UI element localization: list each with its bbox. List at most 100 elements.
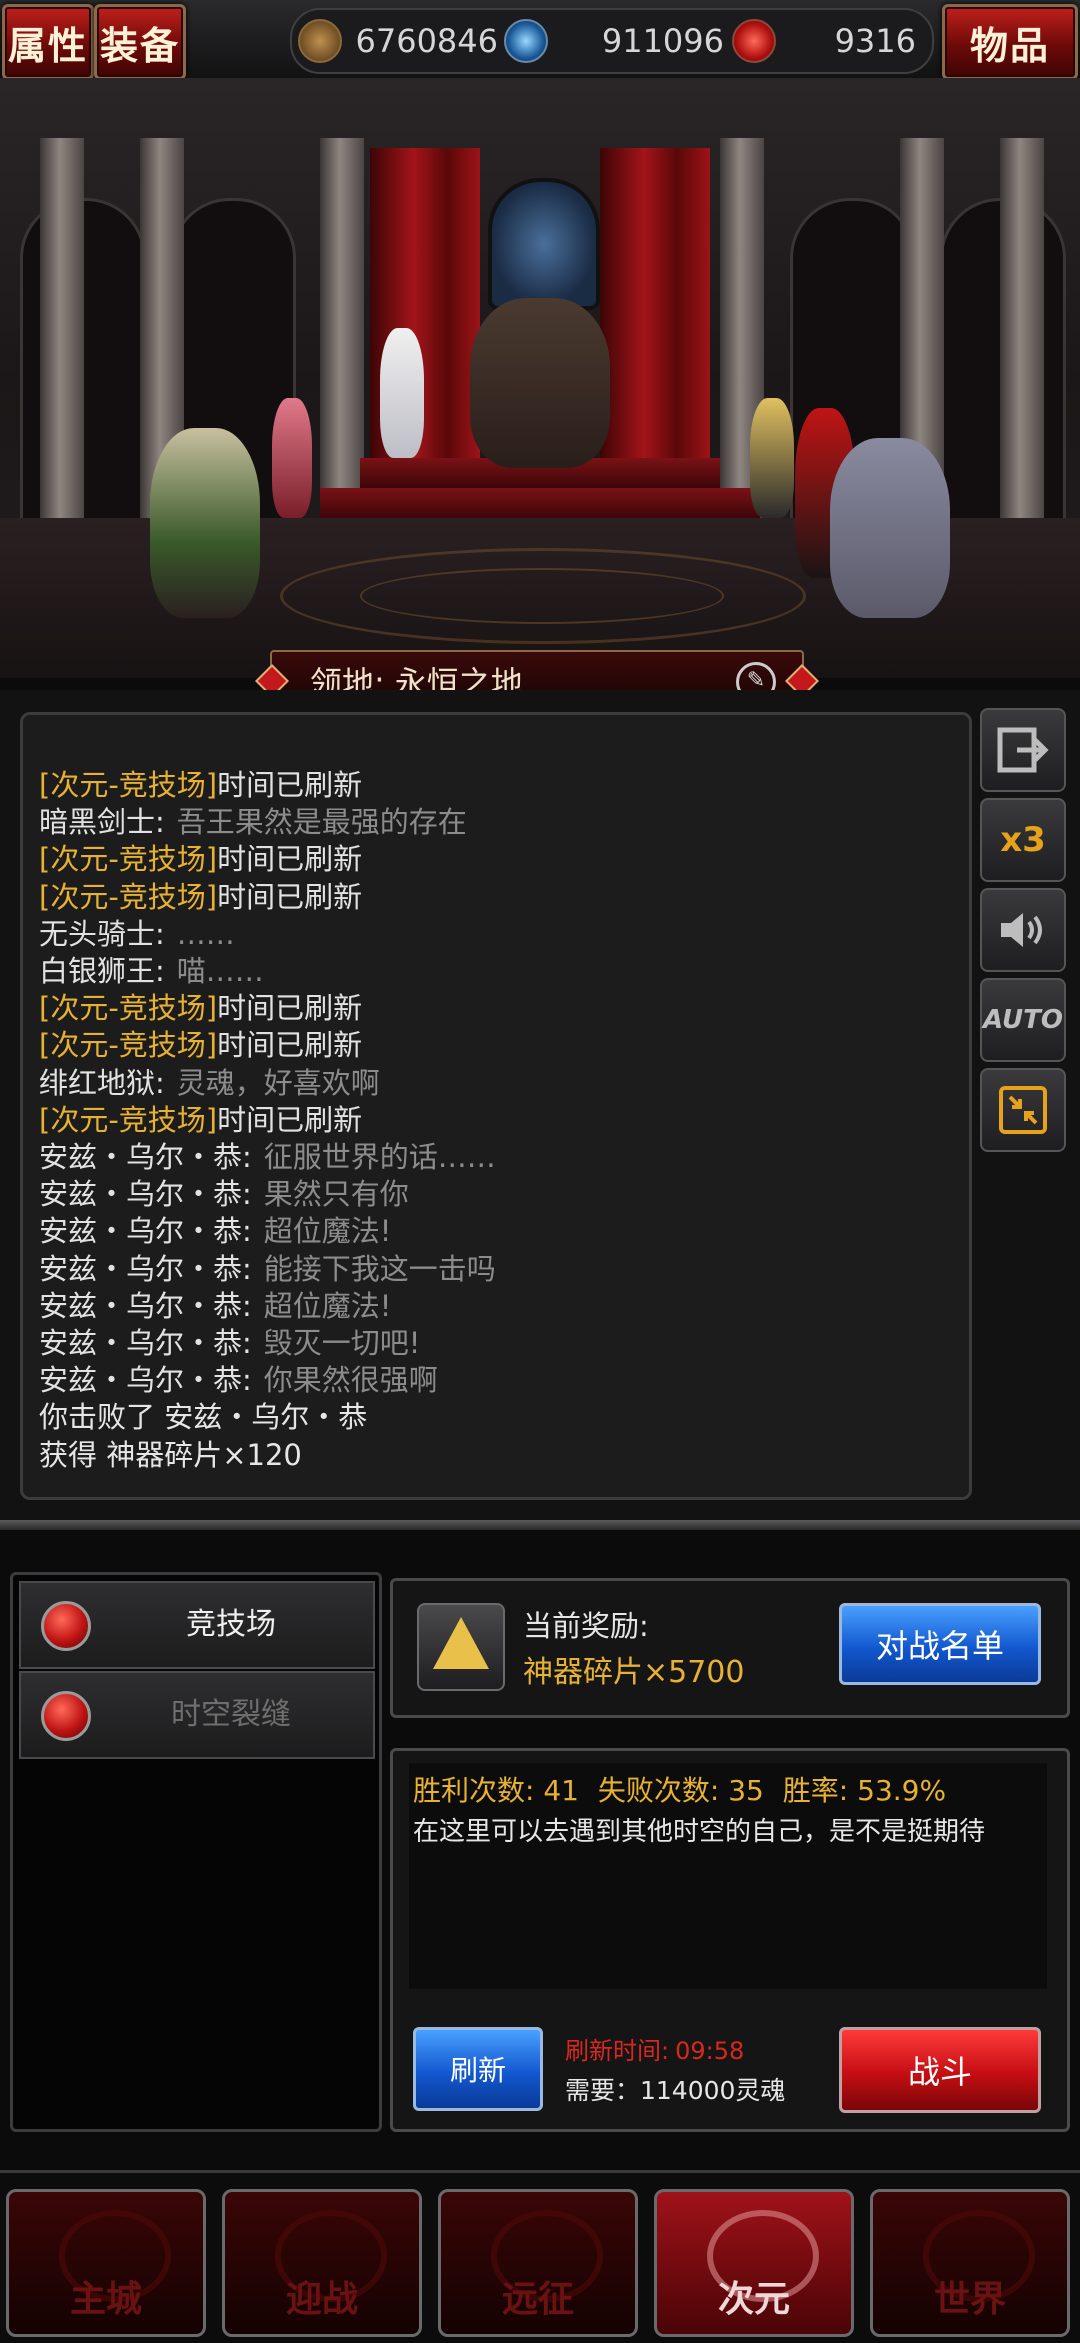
log-line: 安兹・乌尔・恭: 你果然很强啊 — [39, 1362, 496, 1399]
log-text: 时间已刷新 — [217, 1028, 363, 1063]
win-rate-label: 胜率: — [782, 1774, 849, 1807]
log-text: 时间已刷新 — [217, 1102, 363, 1137]
blue-orb-icon — [504, 19, 548, 63]
top-bar: 属性 装备 6760846 911096 9316 物品 — [0, 0, 1080, 80]
match-list-button[interactable]: 对战名单 — [839, 1603, 1041, 1685]
items-button[interactable]: 物品 — [942, 4, 1078, 80]
refresh-cost: 需要：114000灵魂 — [565, 2076, 786, 2105]
log-tag: [次元-竞技场] — [39, 879, 218, 914]
mode-label: 时空裂缝 — [171, 1697, 291, 1732]
log-speaker: 无头骑士: — [39, 916, 165, 951]
log-text: …… — [176, 916, 235, 951]
log-line: 安兹・乌尔・恭: 毁灭一切吧! — [39, 1325, 496, 1362]
log-tag: [次元-竞技场] — [39, 768, 218, 802]
log-reward-line: 获得 神器碎片×120 — [39, 1437, 302, 1472]
log-speaker: 绯红地狱: — [39, 1065, 165, 1100]
log-speaker: 安兹・乌尔・恭: — [39, 1288, 252, 1323]
log-line: [次元-竞技场]时间已刷新 — [39, 1027, 496, 1064]
mode-list: 竞技场 时空裂缝 — [10, 1572, 382, 2132]
log-line: 安兹・乌尔・恭: 超位魔法! — [39, 1213, 496, 1250]
wins-value: 41 — [543, 1774, 579, 1807]
log-speaker: 安兹・乌尔・恭: — [39, 1326, 252, 1361]
mode-item-rift[interactable]: 时空裂缝 — [19, 1671, 375, 1759]
nav-world[interactable]: 世界 — [870, 2189, 1070, 2337]
orb-value: 911096 — [601, 22, 724, 60]
pillar — [40, 138, 84, 548]
log-line: [次元-竞技场]时间已刷新 — [39, 879, 496, 916]
bottom-nav: 主城 迎战 远征 次元 世界 — [0, 2170, 1080, 2343]
log-line: 安兹・乌尔・恭: 超位魔法! — [39, 1288, 496, 1325]
battle-log[interactable]: [次元-竞技场]时间已刷新 暗黑剑士: 吾王果然是最强的存在 [次元-竞技场]时间已刷… — [20, 712, 972, 1500]
throne-boss-character — [470, 298, 610, 468]
collapse-button[interactable] — [980, 1068, 1066, 1152]
battle-log-lines: [次元-竞技场]时间已刷新 暗黑剑士: 吾王果然是最强的存在 [次元-竞技场]时间已刷… — [39, 767, 496, 1474]
log-text: 能接下我这一击吗 — [263, 1251, 496, 1286]
log-line: 白银狮王: 喵…… — [39, 953, 496, 990]
sound-button[interactable] — [980, 888, 1066, 972]
log-text: 你果然很强啊 — [263, 1363, 438, 1398]
refresh-time-label: 刷新时间: — [565, 2037, 670, 2065]
mode-description: 在这里可以去遇到其他时空的自己，是不是挺期待 — [413, 1817, 986, 1847]
log-speaker: 安兹・乌尔・恭: — [39, 1363, 252, 1398]
log-defeat-line: 你击败了 安兹・乌尔・恭 — [39, 1400, 368, 1435]
log-line: 无头骑士: …… — [39, 916, 496, 953]
log-text: 果然只有你 — [263, 1177, 409, 1212]
nav-main-city[interactable]: 主城 — [6, 2189, 206, 2337]
pillar — [320, 138, 364, 548]
battle-button[interactable]: 战斗 — [839, 2027, 1041, 2113]
panel-divider — [0, 1520, 1080, 1530]
stats-panel: 胜利次数: 41 失败次数: 35 胜率: 53.9% 在这里可以去遇到其他时空… — [390, 1748, 1070, 2132]
red-soul-icon — [732, 19, 776, 63]
refresh-time: 刷新时间: 09:58 — [565, 2031, 744, 2066]
red-orb-icon — [41, 1601, 91, 1651]
gold-coin-icon — [298, 19, 342, 63]
nav-dimension[interactable]: 次元 — [654, 2189, 854, 2337]
resource-bar: 6760846 911096 9316 — [290, 8, 934, 74]
red-orb-icon — [41, 1691, 91, 1741]
attributes-button[interactable]: 属性 — [2, 4, 94, 80]
mode-item-arena[interactable]: 竞技场 — [19, 1581, 375, 1669]
log-text: 时间已刷新 — [217, 879, 363, 914]
nav-label: 次元 — [717, 2279, 790, 2320]
blonde-character — [750, 398, 794, 518]
reward-value: 神器碎片×5700 — [523, 1655, 745, 1690]
gold-resource: 6760846 — [298, 10, 498, 72]
stats-inner: 胜利次数: 41 失败次数: 35 胜率: 53.9% 在这里可以去遇到其他时空… — [409, 1763, 1047, 1989]
soul-resource: 9316 — [732, 10, 922, 72]
orb-resource: 911096 — [504, 10, 724, 72]
nav-label: 世界 — [933, 2279, 1006, 2320]
log-text: 超位魔法! — [263, 1214, 392, 1249]
nav-label: 主城 — [69, 2279, 142, 2320]
log-text: 毁灭一切吧! — [263, 1326, 421, 1361]
white-dress-character — [380, 328, 424, 458]
nav-expedition[interactable]: 远征 — [438, 2189, 638, 2337]
auto-icon: AUTO — [983, 1005, 1063, 1035]
gold-value: 6760846 — [355, 22, 498, 60]
wins-label: 胜利次数: — [413, 1774, 535, 1807]
mode-label: 竞技场 — [186, 1607, 276, 1642]
soul-value: 9316 — [834, 22, 916, 60]
reward-panel: 当前奖励: 神器碎片×5700 对战名单 — [390, 1578, 1070, 1718]
speed-x3-button[interactable]: x3 — [980, 798, 1066, 882]
log-line: 安兹・乌尔・恭: 果然只有你 — [39, 1176, 496, 1213]
equipment-button[interactable]: 装备 — [94, 4, 186, 80]
artifact-shard-icon — [417, 1603, 505, 1691]
nav-label: 远征 — [501, 2279, 574, 2320]
pink-hair-character — [272, 398, 312, 518]
auto-button[interactable]: AUTO — [980, 978, 1066, 1062]
nav-battle[interactable]: 迎战 — [222, 2189, 422, 2337]
refresh-time-value: 09:58 — [675, 2037, 745, 2065]
exit-button[interactable] — [980, 708, 1066, 792]
log-line: 安兹・乌尔・恭: 征服世界的话…… — [39, 1139, 496, 1176]
throne-room-scene — [0, 78, 1080, 678]
log-tag: [次元-竞技场] — [39, 1028, 218, 1063]
log-line: [次元-竞技场]时间已刷新 — [39, 767, 496, 804]
log-text: 喵…… — [176, 954, 264, 989]
log-tag: [次元-竞技场] — [39, 1102, 218, 1137]
log-line: [次元-竞技场]时间已刷新 — [39, 1102, 496, 1139]
log-line: [次元-竞技场]时间已刷新 — [39, 841, 496, 878]
log-speaker: 暗黑剑士: — [39, 805, 165, 840]
log-speaker: 安兹・乌尔・恭: — [39, 1140, 252, 1175]
refresh-button[interactable]: 刷新 — [413, 2027, 543, 2111]
log-line: 安兹・乌尔・恭: 能接下我这一击吗 — [39, 1251, 496, 1288]
